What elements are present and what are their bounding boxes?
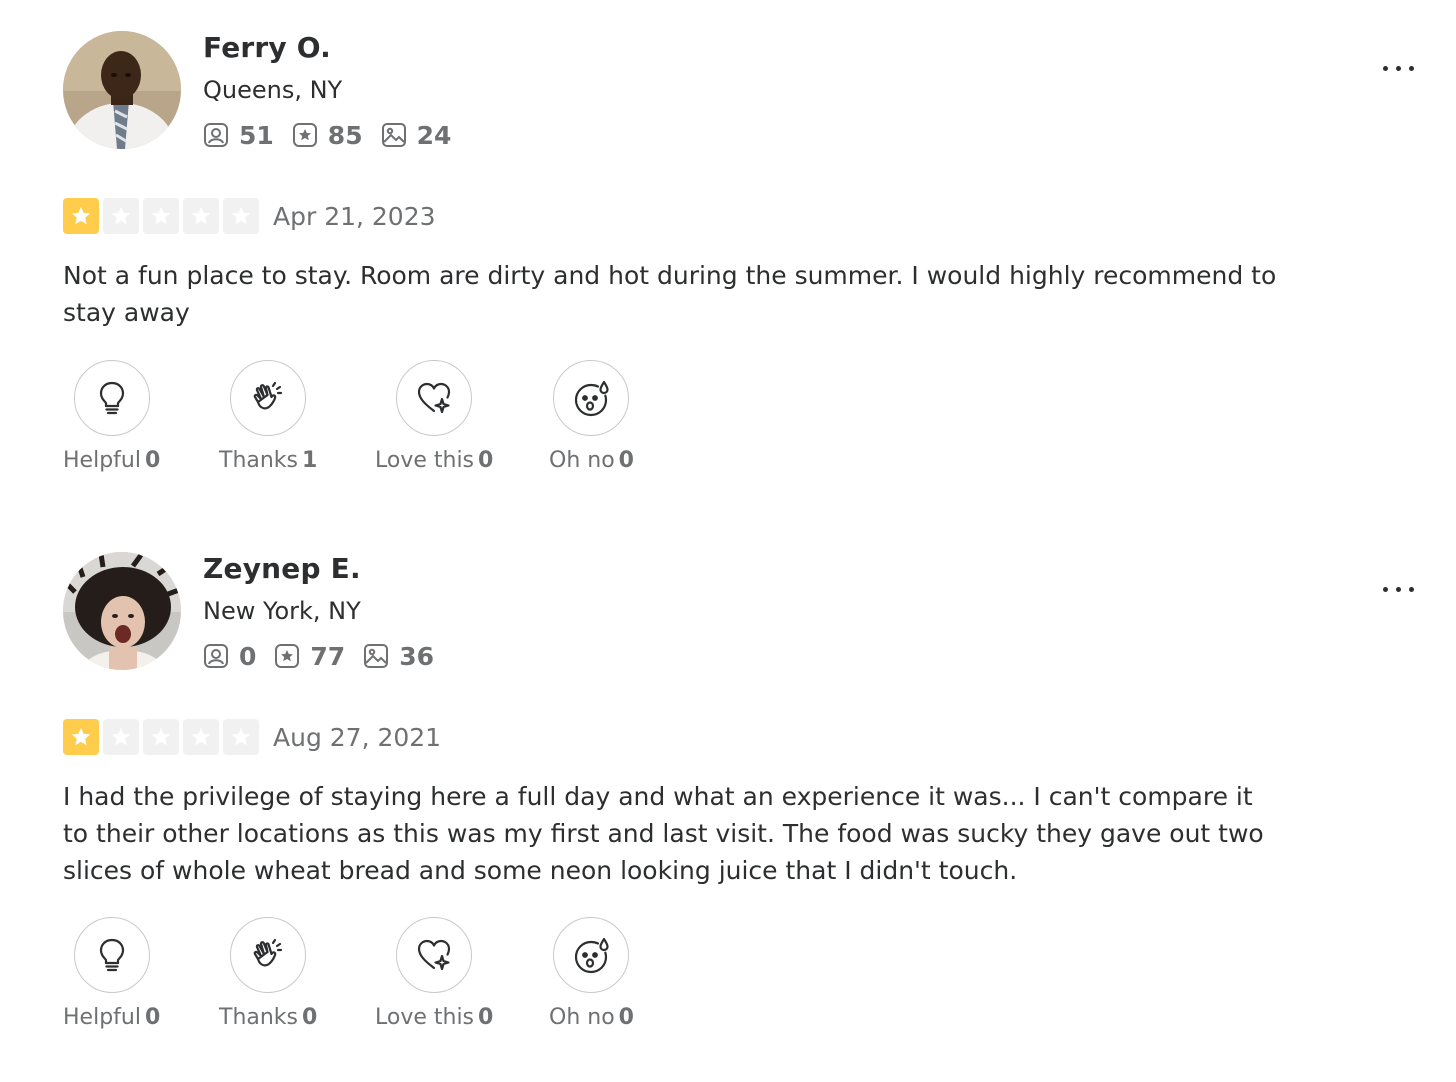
love-button[interactable] bbox=[396, 917, 473, 993]
friends-count: 51 bbox=[239, 120, 274, 150]
helpful-button[interactable] bbox=[73, 360, 150, 436]
reviews-count: 85 bbox=[327, 120, 363, 150]
surprised-face-icon bbox=[575, 937, 610, 974]
friends-icon bbox=[204, 644, 228, 668]
thanks-button[interactable] bbox=[230, 917, 307, 993]
reviews-count: 77 bbox=[310, 641, 346, 671]
photos-stat: 24 bbox=[381, 120, 452, 150]
ohno-count: 0 bbox=[618, 448, 634, 473]
thanks-button[interactable] bbox=[230, 360, 307, 436]
love-label: Love this 0 bbox=[375, 448, 494, 473]
surprised-face-icon bbox=[575, 380, 610, 417]
love-reaction[interactable]: Love this 0 bbox=[375, 917, 493, 1030]
star-badge-icon bbox=[275, 644, 300, 668]
helpful-label: Helpful 0 bbox=[63, 448, 161, 473]
heart-sparkle-icon bbox=[418, 939, 451, 971]
star-icon bbox=[103, 198, 139, 234]
photo-icon bbox=[364, 644, 389, 668]
friends-icon bbox=[204, 123, 228, 147]
love-count: 0 bbox=[478, 448, 494, 473]
friends-count: 0 bbox=[239, 641, 257, 671]
star-icon bbox=[63, 719, 99, 755]
avatar[interactable] bbox=[63, 552, 181, 670]
user-stats: 0 77 36 bbox=[203, 640, 452, 672]
ohno-button[interactable] bbox=[553, 360, 630, 436]
review-text: I had the privilege of staying here a fu… bbox=[63, 782, 1264, 885]
reviews-stat: 85 bbox=[292, 121, 363, 150]
helpful-label: Helpful 0 bbox=[63, 1005, 161, 1030]
more-options-icon[interactable] bbox=[1374, 573, 1422, 605]
helpful-count: 0 bbox=[144, 448, 161, 473]
clapping-hands-icon bbox=[253, 938, 283, 967]
helpful-count: 0 bbox=[144, 1005, 161, 1030]
ohno-label: Oh no 0 bbox=[549, 1005, 634, 1030]
ohno-label: Oh no 0 bbox=[549, 448, 634, 473]
star-badge-icon bbox=[292, 123, 317, 147]
lightbulb-icon bbox=[99, 938, 124, 972]
user-name[interactable]: Ferry O. bbox=[203, 31, 331, 64]
thanks-reaction[interactable]: Thanks 1 bbox=[219, 360, 317, 473]
photos-count: 24 bbox=[416, 120, 452, 150]
friends-stat: 0 bbox=[203, 642, 256, 671]
avatar[interactable] bbox=[63, 31, 181, 149]
love-count: 0 bbox=[478, 1005, 494, 1030]
star-icon bbox=[223, 198, 259, 234]
star-icon bbox=[223, 719, 259, 755]
review-text: Not a fun place to stay. Room are dirty … bbox=[63, 261, 1277, 327]
star-icon bbox=[183, 198, 219, 234]
ohno-reaction[interactable]: Oh no 0 bbox=[549, 360, 634, 473]
thanks-label: Thanks 1 bbox=[219, 448, 318, 473]
review-card: Zeynep E. New York, NY 0 77 36 Aug 27, 2… bbox=[0, 521, 1456, 1030]
review-date: Apr 21, 2023 bbox=[273, 201, 436, 231]
thanks-label: Thanks 0 bbox=[219, 1005, 318, 1030]
review-date: Aug 27, 2021 bbox=[273, 722, 442, 752]
heart-sparkle-icon bbox=[418, 382, 451, 414]
ohno-count: 0 bbox=[618, 1005, 634, 1030]
star-rating: Aug 27, 2021 bbox=[63, 718, 441, 756]
user-name[interactable]: Zeynep E. bbox=[203, 552, 361, 585]
love-button[interactable] bbox=[396, 360, 473, 436]
thanks-reaction[interactable]: Thanks 0 bbox=[219, 917, 317, 1030]
love-reaction[interactable]: Love this 0 bbox=[375, 360, 493, 473]
user-location: Queens, NY bbox=[203, 76, 343, 104]
star-icon bbox=[143, 198, 179, 234]
photos-count: 36 bbox=[399, 641, 434, 671]
star-icon bbox=[63, 198, 99, 234]
review-card: Ferry O. Queens, NY 51 85 24 Apr 21, 202… bbox=[0, 0, 1456, 500]
clapping-hands-icon bbox=[253, 381, 283, 410]
photo-icon bbox=[381, 123, 406, 147]
star-icon bbox=[143, 719, 179, 755]
star-rating: Apr 21, 2023 bbox=[63, 197, 436, 235]
love-label: Love this 0 bbox=[375, 1005, 494, 1030]
ohno-button[interactable] bbox=[553, 917, 630, 993]
lightbulb-icon bbox=[99, 381, 124, 415]
ohno-reaction[interactable]: Oh no 0 bbox=[549, 917, 634, 1030]
helpful-reaction[interactable]: Helpful 0 bbox=[63, 360, 160, 473]
star-icon bbox=[183, 719, 219, 755]
photos-stat: 36 bbox=[363, 642, 434, 671]
thanks-count: 1 bbox=[302, 448, 318, 473]
user-stats: 51 85 24 bbox=[203, 119, 469, 151]
user-location: New York, NY bbox=[203, 597, 361, 625]
helpful-reaction[interactable]: Helpful 0 bbox=[63, 917, 160, 1030]
thanks-count: 0 bbox=[302, 1005, 318, 1030]
reviews-stat: 77 bbox=[274, 642, 345, 671]
star-icon bbox=[103, 719, 139, 755]
helpful-button[interactable] bbox=[73, 917, 150, 993]
more-options-icon[interactable] bbox=[1374, 52, 1422, 84]
friends-stat: 51 bbox=[203, 121, 274, 150]
